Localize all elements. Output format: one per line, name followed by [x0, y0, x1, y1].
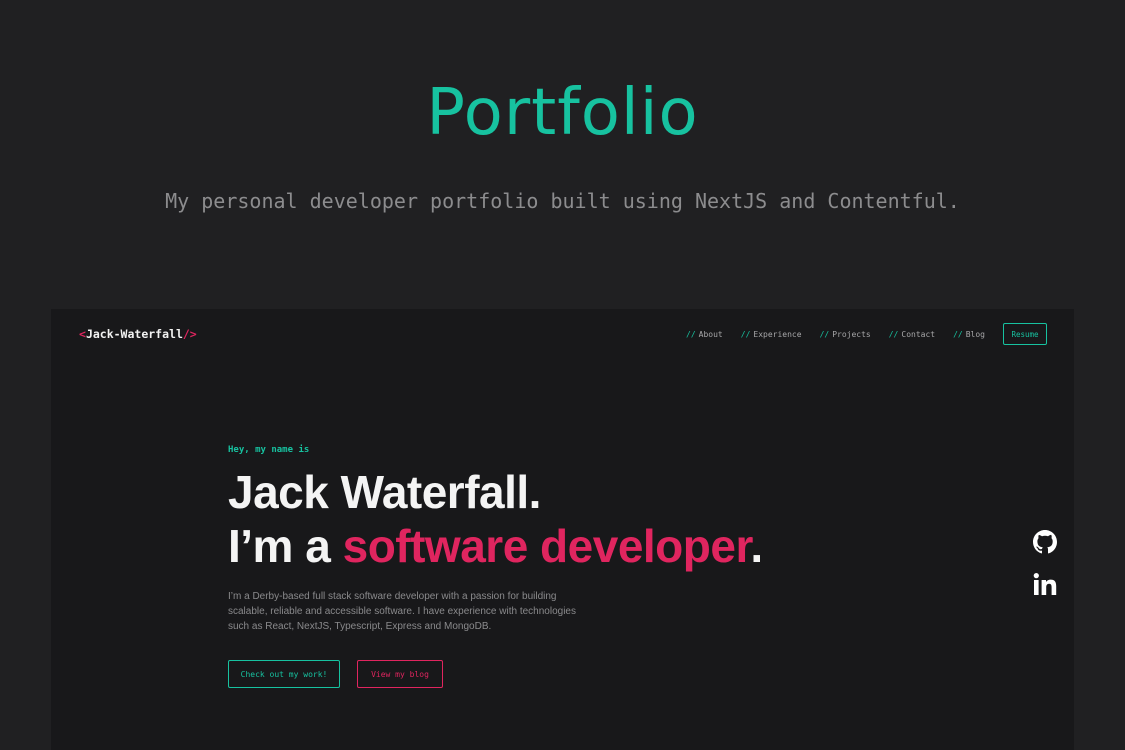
intro-role-line: I’m a software developer.	[228, 519, 848, 573]
nav-item-label: Contact	[901, 329, 936, 339]
nav-item-label: Projects	[832, 329, 871, 339]
nav-item-experience[interactable]: //Experience	[741, 330, 802, 339]
nav-slash: //	[686, 329, 696, 339]
logo-close-bracket: />	[182, 327, 197, 341]
nav-slash: //	[953, 329, 963, 339]
view-work-button[interactable]: Check out my work!	[228, 660, 340, 688]
intro-name: Jack Waterfall.	[228, 466, 541, 518]
github-icon[interactable]	[1033, 530, 1057, 554]
role-highlight: software developer	[342, 520, 751, 572]
nav-item-projects[interactable]: //Projects	[820, 330, 871, 339]
portfolio-showcase: Portfolio My personal developer portfoli…	[0, 0, 1125, 750]
nav-slash: //	[740, 329, 751, 339]
nav-item-label: About	[698, 329, 723, 339]
nav-slash: //	[819, 329, 830, 339]
nav-item-about[interactable]: //About	[686, 330, 723, 339]
logo-open-bracket: <	[79, 327, 86, 341]
linkedin-icon[interactable]	[1033, 572, 1057, 596]
role-prefix: I’m a	[228, 520, 343, 572]
website-screenshot: <Jack-Waterfall/> //About //Experience /…	[51, 309, 1074, 750]
site-nav: //About //Experience //Projects //Contac…	[668, 323, 1047, 345]
nav-item-label: Blog	[965, 329, 985, 339]
showcase-title: Portfolio	[426, 76, 699, 150]
resume-button[interactable]: Resume	[1003, 323, 1047, 345]
intro-section: Hey, my name is Jack Waterfall. I’m a so…	[228, 445, 848, 688]
logo-name: Jack-Waterfall	[85, 327, 183, 341]
view-blog-button[interactable]: View my blog	[357, 660, 443, 688]
site-logo[interactable]: <Jack-Waterfall/>	[79, 327, 197, 341]
role-suffix: .	[750, 520, 763, 572]
nav-item-contact[interactable]: //Contact	[889, 330, 935, 339]
intro-greeting: Hey, my name is	[228, 445, 310, 455]
intro-bio: I’m a Derby-based full stack software de…	[228, 591, 576, 632]
nav-slash: //	[888, 329, 899, 339]
intro-headline: Jack Waterfall. I’m a software developer…	[228, 465, 848, 573]
nav-item-label: Experience	[753, 329, 802, 339]
showcase-subtitle: My personal developer portfolio built us…	[165, 189, 960, 213]
cta-row: Check out my work! View my blog	[228, 660, 848, 688]
nav-item-blog[interactable]: //Blog	[953, 330, 985, 339]
social-links	[1033, 530, 1057, 614]
